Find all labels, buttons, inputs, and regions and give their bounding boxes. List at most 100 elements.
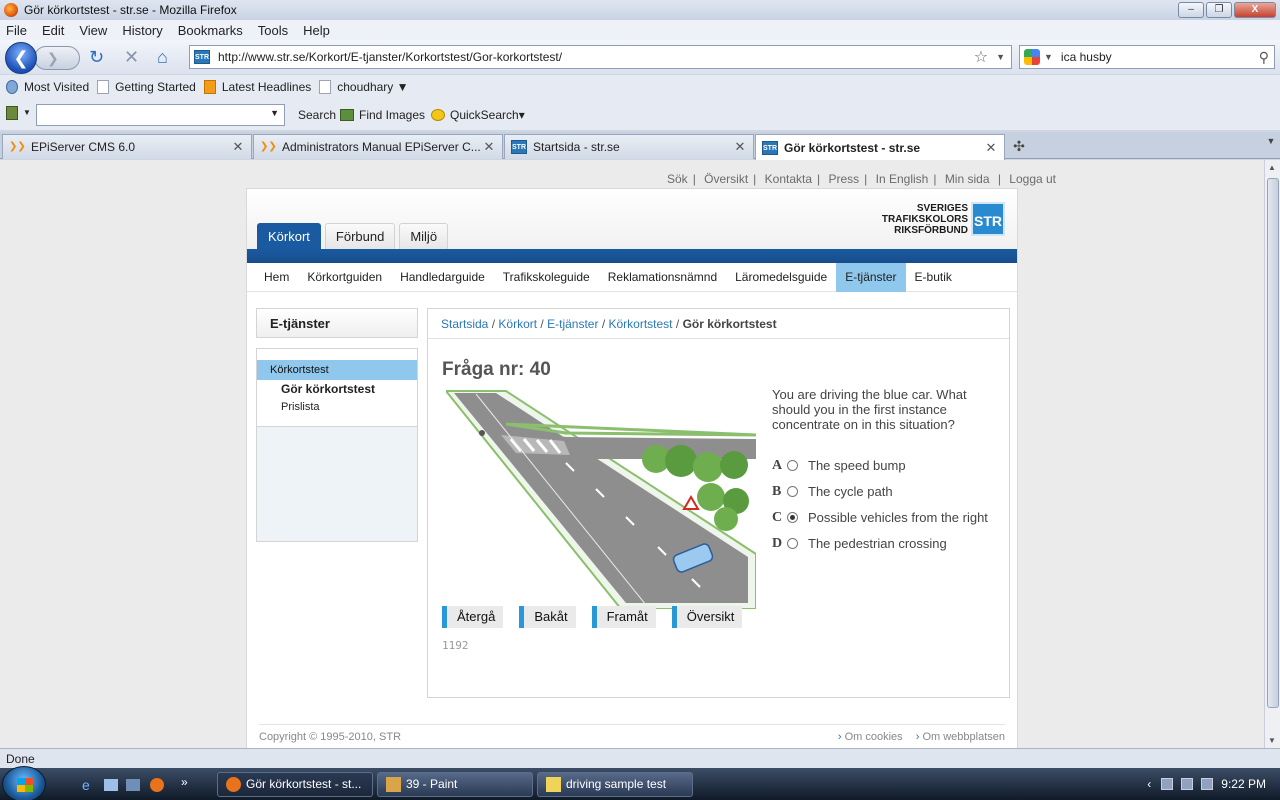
tab-close-icon[interactable]: ✕ bbox=[733, 139, 747, 155]
tab-episerver-cms[interactable]: ❯❯ EPiServer CMS 6.0 ✕ bbox=[2, 134, 252, 159]
volume-icon[interactable] bbox=[1201, 778, 1214, 790]
stop-icon[interactable]: ✕ bbox=[124, 46, 139, 68]
reload-icon[interactable]: ↻ bbox=[89, 46, 104, 68]
search-icon[interactable]: ⚲ bbox=[1259, 49, 1269, 66]
breadcrumb-korkortstest[interactable]: Körkortstest bbox=[609, 317, 673, 331]
toolbar-search-button[interactable]: Search bbox=[298, 108, 336, 122]
tray-app-icon[interactable] bbox=[1161, 778, 1174, 790]
tab-close-icon[interactable]: ✕ bbox=[482, 139, 496, 155]
firefox-quicklaunch-icon[interactable] bbox=[150, 778, 164, 792]
minimize-button[interactable]: – bbox=[1178, 2, 1204, 18]
subnav-e-tjanster[interactable]: E-tjänster bbox=[836, 262, 906, 292]
link-kontakta[interactable]: Kontakta bbox=[765, 172, 812, 186]
link-oversikt[interactable]: Översikt bbox=[704, 172, 748, 186]
scrollbar-thumb[interactable] bbox=[1267, 178, 1279, 708]
answer-b-radio[interactable] bbox=[787, 486, 798, 497]
chevron-down-icon[interactable]: ▼ bbox=[270, 108, 279, 118]
toolbar-search-combo[interactable]: ▼ bbox=[36, 104, 285, 126]
bookmark-star-icon[interactable]: ☆ bbox=[974, 47, 988, 67]
answer-b[interactable]: B The cycle path bbox=[772, 484, 1002, 499]
subnav-e-butik[interactable]: E-butik bbox=[906, 263, 961, 292]
menu-view[interactable]: View bbox=[77, 23, 109, 38]
tab-startsida[interactable]: STR Startsida - str.se ✕ bbox=[504, 134, 754, 159]
bookmark-getting-started[interactable]: Getting Started bbox=[97, 80, 196, 94]
clock[interactable]: 9:22 PM bbox=[1221, 777, 1266, 791]
answer-a-radio[interactable] bbox=[787, 460, 798, 471]
scroll-down-icon[interactable]: ▼ bbox=[1268, 736, 1276, 745]
sidebar-item-korkortstest[interactable]: Körkortstest bbox=[257, 360, 417, 380]
breadcrumb-startsida[interactable]: Startsida bbox=[441, 317, 488, 331]
menu-bookmarks[interactable]: Bookmarks bbox=[176, 23, 245, 38]
search-engine-dropdown-icon[interactable]: ▼ bbox=[1044, 52, 1053, 62]
search-bar[interactable]: ▼ ica husby ⚲ bbox=[1019, 45, 1275, 69]
show-desktop-icon[interactable] bbox=[104, 779, 118, 791]
back-button[interactable]: ❮ bbox=[5, 42, 37, 74]
quicklaunch-overflow-icon[interactable]: » bbox=[181, 775, 188, 789]
breadcrumb-korkort[interactable]: Körkort bbox=[498, 317, 537, 331]
bookmark-choudhary[interactable]: choudhary ▼ bbox=[319, 80, 409, 94]
search-input[interactable]: ica husby bbox=[1061, 50, 1259, 64]
url-text[interactable]: http://www.str.se/Korkort/E-tjanster/Kor… bbox=[218, 50, 974, 64]
switch-windows-icon[interactable] bbox=[126, 779, 140, 791]
link-om-cookies[interactable]: Om cookies bbox=[838, 731, 903, 743]
tab-forbund[interactable]: Förbund bbox=[324, 223, 396, 249]
subnav-laromedelsguide[interactable]: Läromedelsguide bbox=[726, 263, 836, 292]
quicksearch-button[interactable]: QuickSearch▾ bbox=[431, 108, 525, 122]
subnav-korkortguiden[interactable]: Körkortguiden bbox=[298, 263, 391, 292]
subnav-handledarguide[interactable]: Handledarguide bbox=[391, 263, 494, 292]
menu-edit[interactable]: Edit bbox=[40, 23, 66, 38]
answer-a[interactable]: A The speed bump bbox=[772, 458, 1002, 473]
answer-d[interactable]: D The pedestrian crossing bbox=[772, 536, 1002, 551]
tab-close-icon[interactable]: ✕ bbox=[984, 140, 998, 156]
url-dropdown-icon[interactable]: ▼ bbox=[996, 52, 1005, 62]
sidebar-item-gor-korkortstest[interactable]: Gör körkortstest bbox=[257, 380, 417, 398]
maximize-button[interactable]: ❐ bbox=[1206, 2, 1232, 18]
network-icon[interactable] bbox=[1181, 778, 1194, 790]
link-in-english[interactable]: In English bbox=[876, 172, 929, 186]
oversikt-button[interactable]: Översikt bbox=[671, 606, 743, 628]
menu-file[interactable]: File bbox=[4, 23, 29, 38]
start-button[interactable] bbox=[2, 766, 46, 800]
link-om-webbplatsen[interactable]: Om webbplatsen bbox=[916, 731, 1005, 743]
atergaa-button[interactable]: Återgå bbox=[442, 606, 504, 628]
vertical-scrollbar[interactable]: ▲ ▼ bbox=[1264, 160, 1280, 748]
subnav-trafikskoleguide[interactable]: Trafikskoleguide bbox=[494, 263, 599, 292]
subnav-reklamationsnamnd[interactable]: Reklamationsnämnd bbox=[599, 263, 726, 292]
taskbar-item-paint[interactable]: 39 - Paint bbox=[377, 772, 533, 797]
taskbar-item-firefox[interactable]: Gör körkortstest - st... bbox=[217, 772, 373, 797]
menu-help[interactable]: Help bbox=[301, 23, 332, 38]
sidebar-item-prislista[interactable]: Prislista bbox=[257, 398, 417, 416]
tray-expand-icon[interactable]: ‹ bbox=[1147, 777, 1151, 791]
google-icon[interactable] bbox=[1024, 49, 1040, 65]
bookmark-latest-headlines[interactable]: Latest Headlines bbox=[203, 80, 311, 94]
bookmark-most-visited[interactable]: Most Visited bbox=[6, 80, 89, 94]
tab-list-dropdown-icon[interactable]: ▼ bbox=[1264, 136, 1278, 146]
toolbar-logo-icon[interactable] bbox=[6, 106, 18, 120]
answer-d-radio[interactable] bbox=[787, 538, 798, 549]
internet-explorer-icon[interactable]: e bbox=[82, 777, 90, 793]
forward-button[interactable]: ❯ bbox=[34, 46, 80, 70]
taskbar-item-driving-sample-test[interactable]: driving sample test bbox=[537, 772, 693, 797]
link-sok[interactable]: Sök bbox=[667, 172, 688, 186]
scroll-up-icon[interactable]: ▲ bbox=[1268, 163, 1276, 172]
menu-history[interactable]: History bbox=[120, 23, 164, 38]
framat-button[interactable]: Framåt bbox=[591, 606, 656, 628]
menu-tools[interactable]: Tools bbox=[256, 23, 290, 38]
str-logo[interactable]: SVERIGES TRAFIKSKOLORS RIKSFÖRBUND STR bbox=[882, 202, 1005, 236]
answer-c-radio[interactable] bbox=[787, 512, 798, 523]
subnav-hem[interactable]: Hem bbox=[255, 263, 298, 292]
tab-miljo[interactable]: Miljö bbox=[399, 223, 449, 249]
new-tab-button[interactable]: ✣ bbox=[1007, 136, 1031, 158]
breadcrumb-e-tjanster[interactable]: E-tjänster bbox=[547, 317, 598, 331]
answer-c[interactable]: C Possible vehicles from the right bbox=[772, 510, 1002, 525]
find-images-button[interactable]: Find Images bbox=[340, 108, 425, 122]
url-bar[interactable]: STR http://www.str.se/Korkort/E-tjanster… bbox=[189, 45, 1012, 69]
site-identity-icon[interactable]: STR bbox=[194, 50, 210, 64]
close-button[interactable]: X bbox=[1234, 2, 1276, 18]
link-logga-ut[interactable]: Logga ut bbox=[1009, 172, 1056, 186]
tab-gor-korkortstest[interactable]: STR Gör körkortstest - str.se ✕ bbox=[755, 134, 1005, 160]
tab-administrators-manual[interactable]: ❯❯ Administrators Manual EPiServer C... … bbox=[253, 134, 503, 159]
tab-close-icon[interactable]: ✕ bbox=[231, 139, 245, 155]
bakat-button[interactable]: Bakåt bbox=[519, 606, 576, 628]
home-icon[interactable]: ⌂ bbox=[157, 46, 168, 68]
